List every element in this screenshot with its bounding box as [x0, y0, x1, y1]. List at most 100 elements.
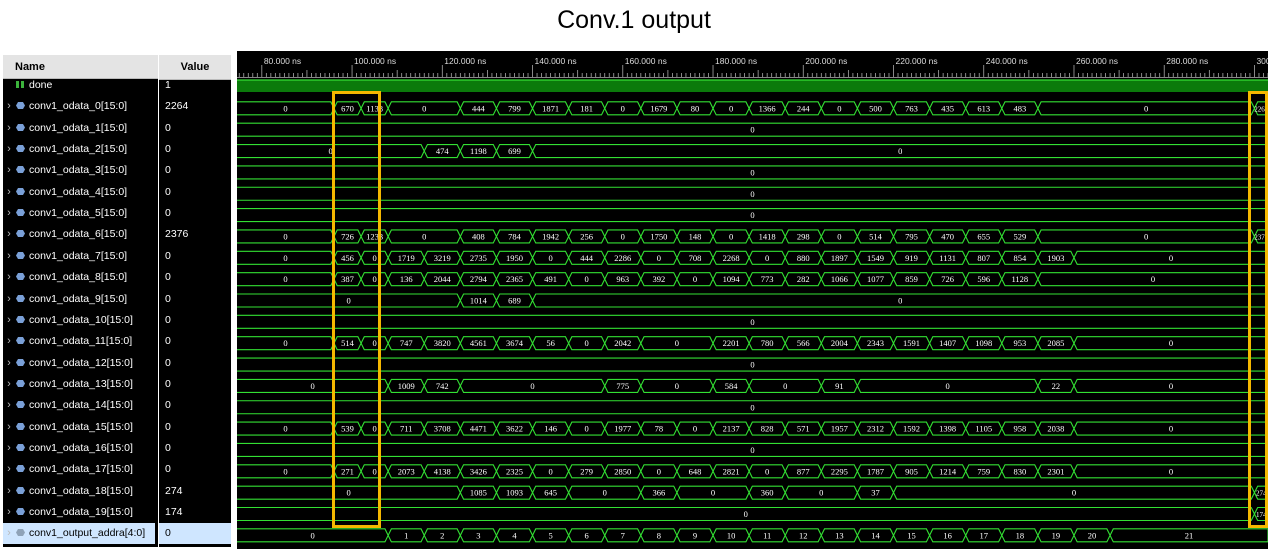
waveform-canvas[interactable]: 80.000 ns 100.000 ns 120.000 ns 140.000 ns 1… — [237, 51, 1268, 549]
signal-row[interactable]: › conv1_output_addra[4:0] — [3, 523, 155, 545]
segment-value: 2343 — [867, 338, 884, 348]
segment-value: 4471 — [470, 424, 487, 434]
signal-row[interactable]: › conv1_odata_17[15:0] — [3, 459, 158, 480]
expand-chevron-icon[interactable]: › — [3, 96, 15, 117]
signal-row[interactable]: › conv1_odata_18[15:0] — [3, 481, 158, 502]
signal-row[interactable]: › conv1_odata_5[15:0] — [3, 203, 158, 224]
segment-value: 799 — [508, 103, 521, 113]
signal-row[interactable]: › conv1_odata_12[15:0] — [3, 353, 158, 374]
expand-chevron-icon[interactable]: › — [3, 374, 15, 395]
expand-chevron-icon[interactable]: › — [3, 203, 15, 224]
ruler-tick-label: 160.000 ns — [625, 56, 667, 66]
segment-value: 1366 — [759, 103, 776, 113]
bus-signal-icon — [16, 465, 25, 473]
segment-value: 181 — [580, 103, 593, 113]
segment-value: 21 — [1185, 530, 1194, 540]
bus-signal-icon — [16, 294, 25, 302]
segment-value: 699 — [508, 146, 521, 156]
signal-row[interactable]: › conv1_odata_14[15:0] — [3, 395, 158, 416]
segment-value: 708 — [689, 253, 702, 263]
signal-name: conv1_odata_10[15:0] — [29, 313, 133, 326]
signal-value: 0 — [165, 185, 171, 198]
signal-row[interactable]: › conv1_odata_4[15:0] — [3, 182, 158, 203]
signal-row[interactable]: › conv1_odata_9[15:0] — [3, 289, 158, 310]
segment-value: 0 — [1144, 103, 1148, 113]
ruler-tick-label: 80.000 ns — [264, 56, 301, 66]
expand-chevron-icon[interactable]: › — [3, 182, 15, 203]
signal-name: conv1_odata_12[15:0] — [29, 356, 133, 369]
expand-chevron-icon[interactable]: › — [3, 289, 15, 310]
segment-value: 37 — [871, 488, 880, 498]
segment-value: 726 — [941, 274, 954, 284]
signal-name: conv1_odata_3[15:0] — [29, 164, 128, 177]
expand-chevron-icon[interactable]: › — [3, 395, 15, 416]
signal-row[interactable]: › conv1_odata_11[15:0] — [3, 331, 158, 352]
segment-value: 1407 — [939, 338, 956, 348]
expand-chevron-icon[interactable]: › — [3, 224, 15, 245]
segment-value: 880 — [797, 253, 810, 263]
segment-value: 763 — [905, 103, 918, 113]
signal-value: 0 — [165, 271, 171, 284]
signal-row[interactable]: › conv1_odata_0[15:0] — [3, 96, 158, 117]
signal-row[interactable]: › conv1_odata_6[15:0] — [3, 224, 158, 245]
signal-row[interactable]: › conv1_odata_16[15:0] — [3, 438, 158, 459]
signal-row[interactable]: › conv1_odata_7[15:0] — [3, 246, 158, 267]
expand-chevron-icon[interactable]: › — [3, 139, 15, 160]
signal-value: 0 — [165, 164, 171, 177]
segment-value: 2004 — [831, 338, 849, 348]
expand-chevron-icon[interactable]: › — [3, 310, 15, 331]
bus-signal-icon — [16, 145, 25, 153]
segment-value: 256 — [580, 231, 593, 241]
expand-chevron-icon[interactable]: › — [3, 417, 15, 438]
segment-value: 0 — [657, 253, 661, 263]
signal-value: 0 — [159, 523, 231, 545]
expand-chevron-icon[interactable]: › — [3, 331, 15, 352]
segment-value: 953 — [1013, 338, 1026, 348]
expand-chevron-icon[interactable]: › — [3, 481, 15, 502]
expand-chevron-icon[interactable]: › — [3, 353, 15, 374]
segment-value: 0 — [1169, 253, 1173, 263]
signal-row[interactable]: › conv1_odata_13[15:0] — [3, 374, 158, 395]
signal-row[interactable]: done — [3, 75, 158, 96]
signal-row[interactable]: › conv1_odata_15[15:0] — [3, 417, 158, 438]
expand-chevron-icon[interactable]: › — [3, 438, 15, 459]
segment-value: 859 — [905, 274, 918, 284]
segment-value: 244 — [797, 103, 811, 113]
bus-signal-icon — [16, 251, 25, 259]
signal-row[interactable]: › conv1_odata_8[15:0] — [3, 267, 158, 288]
waveform-viewer[interactable]: 80.000 ns 100.000 ns 120.000 ns 140.000 ns 1… — [237, 51, 1268, 549]
expand-chevron-icon[interactable]: › — [3, 118, 15, 139]
bus-signal-icon — [16, 401, 25, 409]
segment-value: 0 — [765, 466, 769, 476]
segment-value: 0 — [750, 167, 754, 177]
expand-chevron-icon[interactable]: › — [3, 267, 15, 288]
signal-value: 0 — [165, 399, 171, 412]
expand-chevron-icon[interactable]: › — [3, 246, 15, 267]
segment-value: 0 — [283, 253, 287, 263]
signal-row[interactable]: › conv1_odata_10[15:0] — [3, 310, 158, 331]
segment-value: 689 — [508, 296, 521, 306]
expand-chevron-icon[interactable]: › — [3, 523, 15, 544]
expand-chevron-icon[interactable]: › — [3, 160, 15, 181]
expand-chevron-icon[interactable]: › — [3, 502, 15, 523]
signal-row[interactable]: › conv1_odata_19[15:0] — [3, 502, 158, 523]
segment-value: 0 — [693, 424, 697, 434]
segment-value: 2312 — [867, 424, 884, 434]
segment-value: 0 — [1144, 231, 1148, 241]
segment-value: 1105 — [975, 424, 992, 434]
signal-row[interactable]: › conv1_odata_3[15:0] — [3, 160, 158, 181]
segment-value: 759 — [977, 466, 990, 476]
segment-value: 0 — [693, 274, 697, 284]
expand-chevron-icon[interactable]: › — [3, 459, 15, 480]
segment-value: 435 — [941, 103, 954, 113]
segment-value: 830 — [1013, 466, 1026, 476]
bus-signal-icon — [16, 230, 25, 238]
segment-value: 747 — [400, 338, 413, 348]
segment-value: 22 — [1052, 381, 1061, 391]
segment-value: 1950 — [506, 253, 523, 263]
segment-value: 0 — [783, 381, 787, 391]
signal-row[interactable]: › conv1_odata_2[15:0] — [3, 139, 158, 160]
ruler-tick-label: 300.000 ns — [1256, 56, 1268, 66]
segment-value: 0 — [621, 231, 625, 241]
signal-row[interactable]: › conv1_odata_1[15:0] — [3, 118, 158, 139]
